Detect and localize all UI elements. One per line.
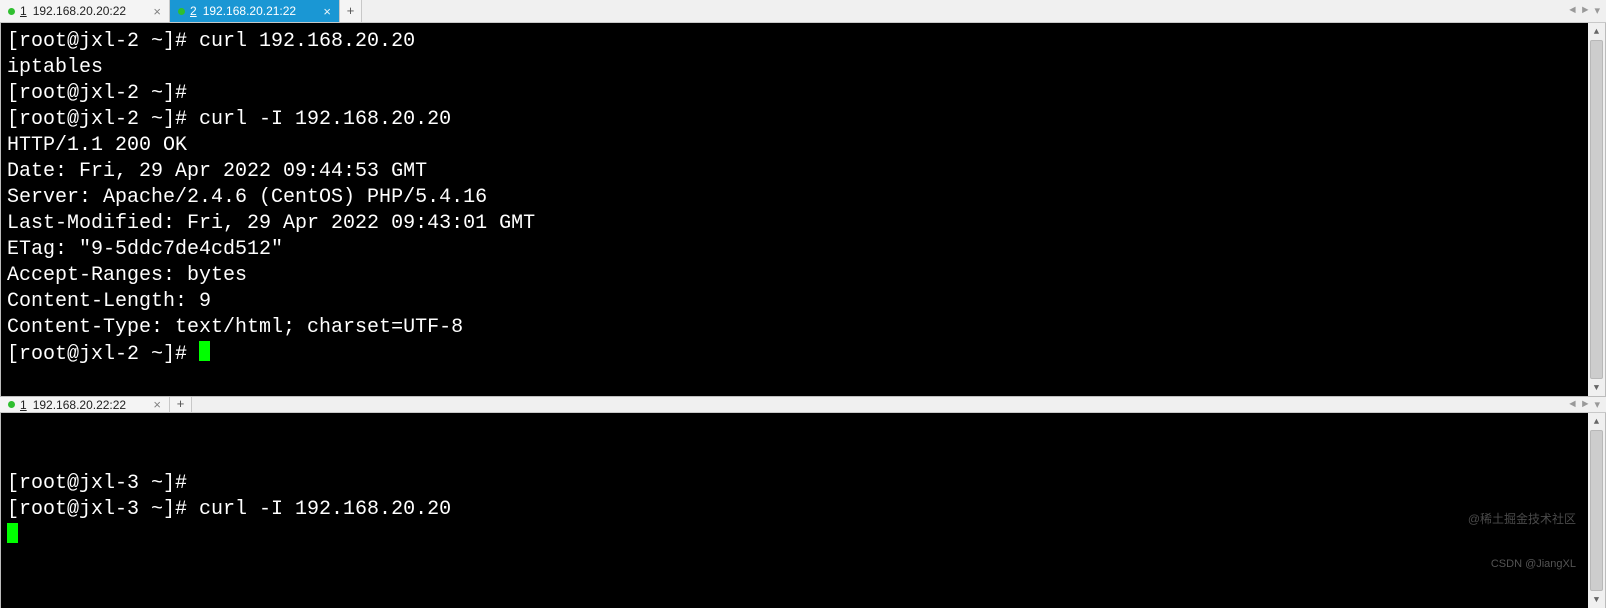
terminal-line: [root@jxl-3 ~]# curl -I 192.168.20.20: [7, 497, 1584, 523]
tab-session-1[interactable]: 1 192.168.20.22:22 ×: [0, 397, 170, 412]
scroll-thumb[interactable]: [1590, 430, 1603, 591]
new-tab-button[interactable]: +: [340, 0, 362, 22]
terminal-pane-top: 1 192.168.20.20:22 × 2 192.168.20.21:22 …: [0, 0, 1606, 397]
tab-session-1[interactable]: 1 192.168.20.20:22 ×: [0, 0, 170, 22]
scroll-up-icon[interactable]: ▲: [1588, 23, 1605, 40]
nav-menu-icon[interactable]: ▾: [1594, 398, 1600, 412]
scrollbar-top[interactable]: ▲ ▼: [1588, 23, 1605, 396]
terminal-line: [7, 523, 1584, 550]
cursor: [199, 341, 210, 361]
nav-left-icon[interactable]: ◄: [1569, 5, 1576, 17]
tab-index: 2: [190, 4, 197, 18]
tab-index: 1: [20, 4, 27, 18]
scroll-down-icon[interactable]: ▼: [1588, 591, 1605, 608]
terminal-line: [root@jxl-3 ~]#: [7, 471, 1584, 497]
scroll-up-icon[interactable]: ▲: [1588, 413, 1605, 430]
terminal-wrap-bottom: [root@jxl-3 ~]# [root@jxl-3 ~]# curl -I …: [0, 413, 1606, 608]
tab-label: 192.168.20.21:22: [203, 4, 296, 18]
terminal-pane-bottom: 1 192.168.20.22:22 × + ◄ ► ▾ [root@jxl-3…: [0, 397, 1606, 575]
status-dot-icon: [8, 401, 15, 408]
terminal-line: [root@jxl-2 ~]# curl -I 192.168.20.20: [7, 107, 1584, 133]
terminal-line: ETag: "9-5ddc7de4cd512": [7, 237, 1584, 263]
terminal-line: Last-Modified: Fri, 29 Apr 2022 09:43:01…: [7, 211, 1584, 237]
close-icon[interactable]: ×: [145, 5, 161, 18]
terminal-line: [root@jxl-2 ~]#: [7, 341, 1584, 368]
cursor: [7, 523, 18, 543]
terminal-output-bottom[interactable]: [root@jxl-3 ~]# [root@jxl-3 ~]# curl -I …: [1, 413, 1588, 608]
nav-right-icon[interactable]: ►: [1582, 5, 1589, 17]
tab-index: 1: [20, 398, 27, 412]
scrollbar-bottom[interactable]: ▲ ▼: [1588, 413, 1605, 608]
terminal-line: HTTP/1.1 200 OK: [7, 133, 1584, 159]
tab-session-2[interactable]: 2 192.168.20.21:22 ×: [170, 0, 340, 22]
terminal-line: Server: Apache/2.4.6 (CentOS) PHP/5.4.16: [7, 185, 1584, 211]
status-dot-icon: [178, 8, 185, 15]
plus-icon: +: [347, 4, 355, 19]
terminal-line: Date: Fri, 29 Apr 2022 09:44:53 GMT: [7, 159, 1584, 185]
tabbar-nav: ◄ ► ▾: [1563, 397, 1606, 412]
close-icon[interactable]: ×: [315, 5, 331, 18]
close-icon[interactable]: ×: [145, 398, 161, 411]
terminal-wrap-top: [root@jxl-2 ~]# curl 192.168.20.20iptabl…: [0, 23, 1606, 397]
nav-left-icon[interactable]: ◄: [1569, 399, 1576, 411]
new-tab-button[interactable]: +: [170, 397, 192, 412]
watermark-line2: CSDN @JiangXL: [1468, 557, 1576, 572]
scroll-thumb[interactable]: [1590, 40, 1603, 379]
tabbar-nav: ◄ ► ▾: [1563, 0, 1606, 22]
scroll-down-icon[interactable]: ▼: [1588, 379, 1605, 396]
tabbar-top: 1 192.168.20.20:22 × 2 192.168.20.21:22 …: [0, 0, 1606, 23]
nav-right-icon[interactable]: ►: [1582, 399, 1589, 411]
terminal-line: [root@jxl-2 ~]#: [7, 81, 1584, 107]
terminal-line: [root@jxl-2 ~]# curl 192.168.20.20: [7, 29, 1584, 55]
terminal-line: Content-Type: text/html; charset=UTF-8: [7, 315, 1584, 341]
plus-icon: +: [177, 397, 185, 412]
terminal-line: Content-Length: 9: [7, 289, 1584, 315]
terminal-line: iptables: [7, 55, 1584, 81]
terminal-output-top[interactable]: [root@jxl-2 ~]# curl 192.168.20.20iptabl…: [1, 23, 1588, 396]
nav-menu-icon[interactable]: ▾: [1594, 4, 1600, 18]
status-dot-icon: [8, 8, 15, 15]
tabbar-bottom: 1 192.168.20.22:22 × + ◄ ► ▾: [0, 397, 1606, 413]
tab-label: 192.168.20.22:22: [33, 398, 126, 412]
tab-label: 192.168.20.20:22: [33, 4, 126, 18]
terminal-line: Accept-Ranges: bytes: [7, 263, 1584, 289]
